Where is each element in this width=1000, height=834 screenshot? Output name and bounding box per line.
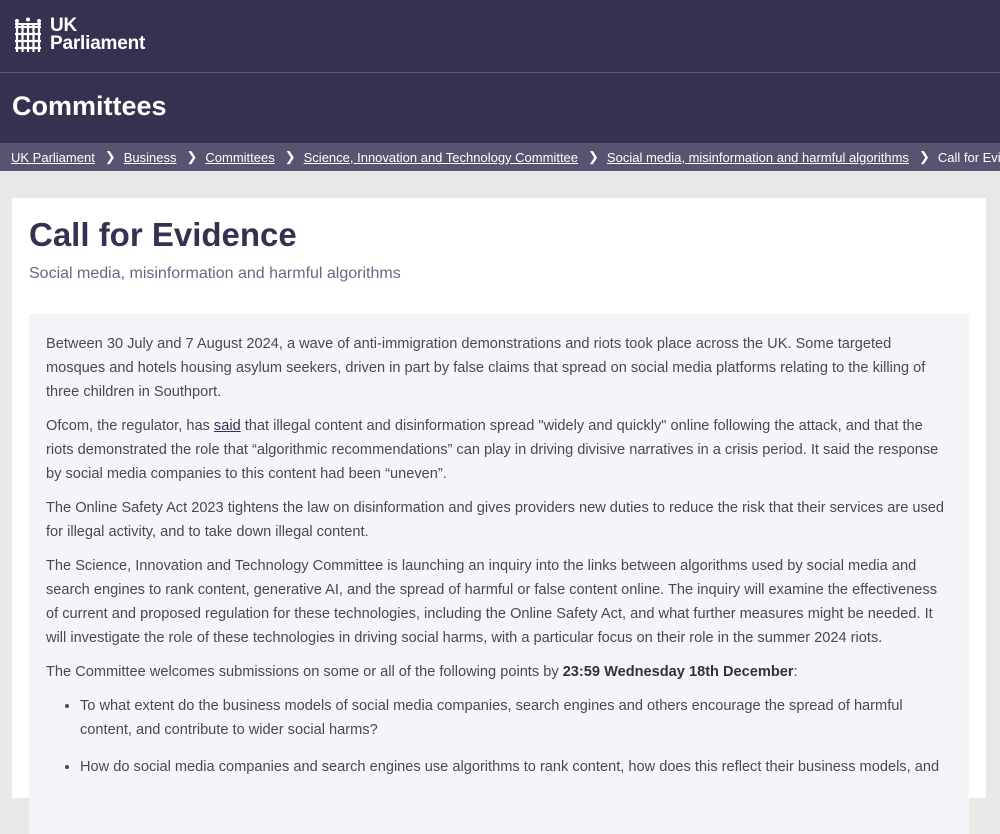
breadcrumb: UK Parliament ❯ Business ❯ Committees ❯ … — [0, 143, 1000, 171]
chevron-right-icon: ❯ — [186, 149, 198, 164]
list-item: To what extent do the business models of… — [80, 694, 952, 742]
paragraph-intro: Between 30 July and 7 August 2024, a wav… — [46, 336, 926, 400]
questions-list: To what extent do the business models of… — [46, 694, 952, 779]
section-title[interactable]: Committees — [12, 91, 167, 122]
call-for-evidence-content: Between 30 July and 7 August 2024, a wav… — [29, 314, 969, 834]
paragraph-inquiry: The Science, Innovation and Technology C… — [46, 558, 938, 646]
uk-parliament-logo[interactable]: UK Parliament — [12, 16, 146, 54]
section-header: Committees — [0, 73, 1000, 143]
paragraph-ofcom: Ofcom, the regulator, has said that ille… — [46, 414, 952, 486]
page-title: Call for Evidence — [29, 216, 297, 253]
portcullis-icon — [15, 17, 41, 52]
breadcrumb-committees[interactable]: Committees — [205, 150, 274, 165]
chevron-right-icon: ❯ — [284, 149, 296, 164]
paragraph-submissions: The Committee welcomes submissions on so… — [46, 660, 952, 684]
chevron-right-icon: ❯ — [918, 149, 930, 164]
breadcrumb-business[interactable]: Business — [124, 150, 177, 165]
paragraph-online-safety-act: The Online Safety Act 2023 tightens the … — [46, 500, 945, 540]
chevron-right-icon: ❯ — [104, 149, 116, 164]
paragraph-submissions-text: The Committee welcomes submissions on so… — [46, 664, 563, 680]
breadcrumb-inquiry[interactable]: Social media, misinformation and harmful… — [607, 150, 909, 165]
page-subtitle: Social media, misinformation and harmful… — [29, 265, 401, 282]
breadcrumb-current: Call for Evide... — [937, 149, 1000, 165]
deadline: 23:59 Wednesday 18th December — [562, 664, 794, 680]
list-item: How do social media companies and search… — [80, 755, 952, 779]
paragraph-ofcom-text-1: Ofcom, the regulator, has — [46, 418, 214, 434]
paragraph-submissions-end: : — [793, 664, 798, 680]
said-link[interactable]: said — [214, 418, 241, 434]
logo-line-parliament: Parliament — [50, 33, 146, 54]
main-card: Call for Evidence Social media, misinfor… — [12, 198, 986, 834]
breadcrumb-uk-parliament[interactable]: UK Parliament — [11, 150, 95, 165]
logo-text: UK Parliament — [50, 16, 146, 54]
breadcrumb-science-committee[interactable]: Science, Innovation and Technology Commi… — [304, 150, 578, 165]
site-header: UK Parliament — [0, 0, 1000, 73]
chevron-right-icon: ❯ — [588, 149, 599, 164]
